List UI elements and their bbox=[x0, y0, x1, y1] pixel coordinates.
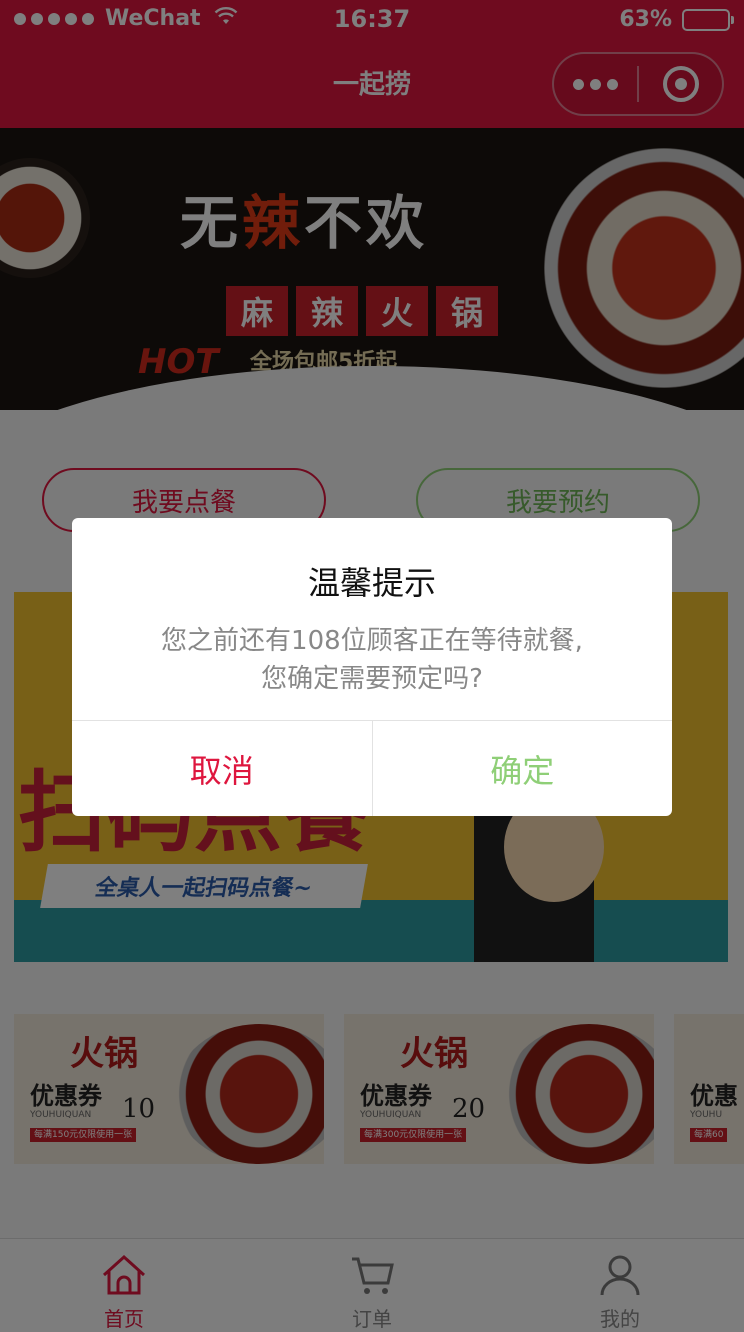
dialog-title: 温馨提示 bbox=[307, 564, 436, 602]
dialog-message: 您之前还有108位顾客正在等待就餐, 您确定需要预定吗? bbox=[92, 622, 652, 698]
confirm-dialog: 温馨提示 您之前还有108位顾客正在等待就餐, 您确定需要预定吗? 取消 确定 bbox=[72, 518, 672, 816]
cancel-button[interactable]: 取消 bbox=[72, 721, 373, 816]
dialog-actions: 取消 确定 bbox=[72, 720, 672, 816]
dialog-message-line: 您确定需要预定吗? bbox=[261, 664, 483, 694]
confirm-button[interactable]: 确定 bbox=[373, 721, 673, 816]
dialog-message-line: 您之前还有108位顾客正在等待就餐, bbox=[161, 626, 583, 656]
